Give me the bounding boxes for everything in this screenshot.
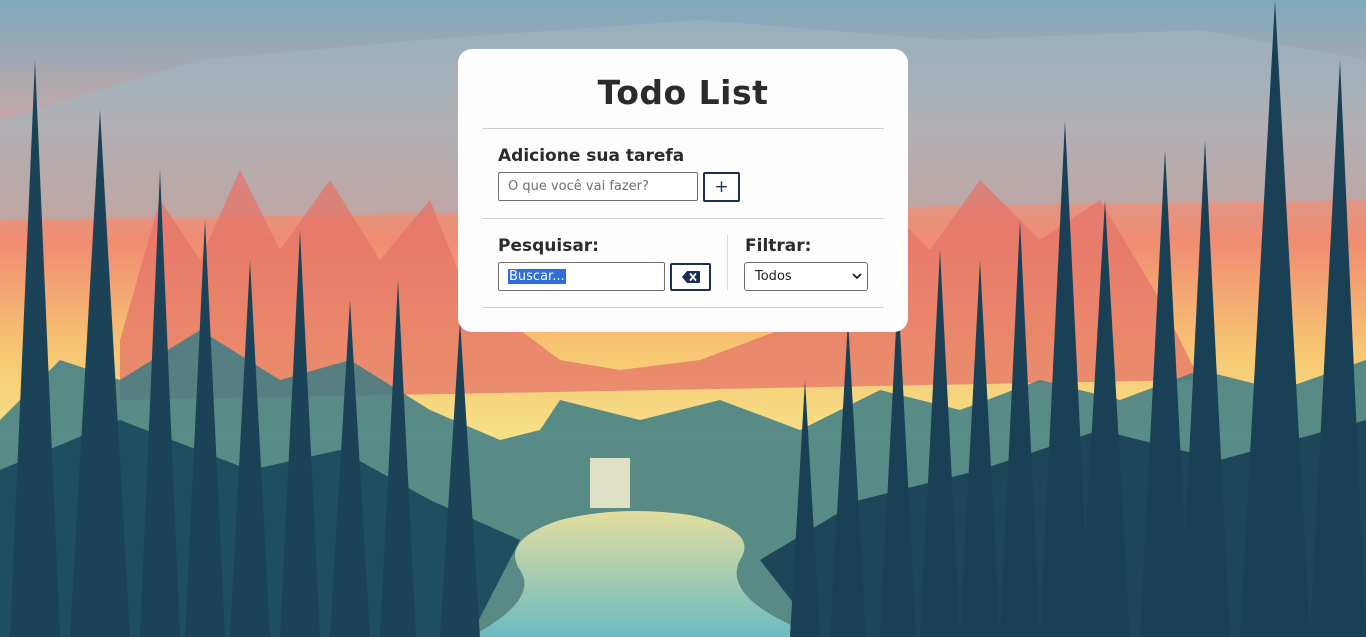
vertical-divider xyxy=(727,235,728,290)
filter-selected-value: Todos xyxy=(755,269,792,284)
search-input[interactable]: Buscar... xyxy=(498,262,665,291)
divider xyxy=(482,307,884,308)
divider xyxy=(482,218,884,219)
add-task-label: Adicione sua tarefa xyxy=(498,146,685,166)
backspace-icon xyxy=(681,271,700,283)
add-task-button[interactable]: + xyxy=(703,172,740,202)
add-task-input[interactable] xyxy=(498,172,698,201)
divider xyxy=(482,128,884,129)
clear-search-button[interactable] xyxy=(670,263,711,291)
filter-label: Filtrar: xyxy=(745,236,812,256)
page-title: Todo List xyxy=(597,73,769,112)
search-input-value: Buscar... xyxy=(508,269,566,284)
chevron-down-icon xyxy=(852,273,862,280)
filter-select[interactable]: Todos xyxy=(744,262,868,291)
todo-card: Todo List Adicione sua tarefa + Pesquisa… xyxy=(458,49,908,332)
search-label: Pesquisar: xyxy=(498,236,599,256)
plus-icon: + xyxy=(714,176,729,197)
